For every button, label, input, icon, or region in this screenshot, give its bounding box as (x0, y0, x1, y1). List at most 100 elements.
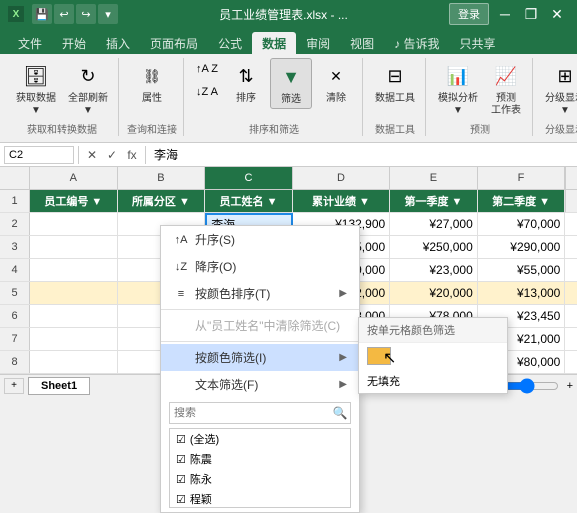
cell-a3[interactable] (30, 236, 118, 258)
cell-e2[interactable]: ¥27,000 (390, 213, 478, 235)
row-num-6[interactable]: 6 (0, 305, 30, 327)
tab-formula[interactable]: 公式 (208, 32, 252, 54)
tab-layout[interactable]: 页面布局 (140, 32, 208, 54)
col-header-d[interactable]: D (293, 167, 390, 189)
function-icon[interactable]: fx (123, 146, 141, 164)
header-cell-b[interactable]: 所属分区 ▼ (118, 190, 206, 212)
save-btn[interactable]: 💾 (32, 4, 52, 24)
header-cell-c[interactable]: 员工姓名 ▼ (205, 190, 293, 212)
col-header-a[interactable]: A (30, 167, 118, 189)
cell-e3[interactable]: ¥250,000 (390, 236, 478, 258)
tab-insert[interactable]: 插入 (96, 32, 140, 54)
color-swatch-item[interactable] (359, 343, 507, 369)
cell-f3[interactable]: ¥290,000 (478, 236, 566, 258)
clear-button[interactable]: ✕ 清除 (316, 58, 356, 107)
sort-asc-menu-item[interactable]: ↑A 升序(S) (161, 226, 359, 253)
sheet-tab-1[interactable]: Sheet1 (28, 377, 90, 395)
checkbox-all-label: (全选) (190, 431, 219, 447)
checkbox-chenchen[interactable]: ☑ 陈震 (170, 449, 350, 469)
cell-e5[interactable]: ¥20,000 (390, 282, 478, 304)
filter-button[interactable]: ▼ 筛选 (270, 58, 312, 109)
outline-buttons: ⊞ 分级显示▼ (541, 58, 577, 119)
col-header-b[interactable]: B (118, 167, 206, 189)
refresh-all-button[interactable]: ↻ 全部刷新▼ (64, 58, 112, 119)
tab-data[interactable]: 数据 (252, 32, 296, 54)
analysis-button[interactable]: 📊 模拟分析▼ (434, 58, 482, 119)
undo-btn[interactable]: ↩ (54, 4, 74, 24)
tab-share[interactable]: 只共享 (449, 32, 505, 54)
forecast-button[interactable]: 📈 预测工作表 (486, 58, 526, 119)
filter-color-menu-item[interactable]: 按颜色筛选(I) ▶ (161, 344, 359, 371)
sort-desc-button[interactable]: ↓Z A (192, 81, 222, 103)
outline-button[interactable]: ⊞ 分级显示▼ (541, 58, 577, 119)
scroll-col (565, 167, 577, 189)
get-data-button[interactable]: 🗄 获取数据▼ (12, 58, 60, 119)
restore-button[interactable]: ❐ (519, 4, 543, 24)
header-cell-d[interactable]: 累计业绩 ▼ (293, 190, 390, 212)
tab-help[interactable]: ♪ 告诉我 (384, 32, 449, 54)
col-header-f[interactable]: F (478, 167, 566, 189)
sort-desc-menu-item[interactable]: ↓Z 降序(O) (161, 253, 359, 280)
close-button[interactable]: ✕ (545, 4, 569, 24)
formula-input[interactable] (150, 148, 573, 162)
cell-f5[interactable]: ¥13,000 (478, 282, 566, 304)
checkbox-all[interactable]: ☑ (全选) (170, 429, 350, 449)
cancel-icon[interactable]: ✕ (83, 146, 101, 164)
zoom-plus[interactable]: + (567, 380, 573, 392)
data-tools-buttons: ⊟ 数据工具 (371, 58, 419, 119)
tab-review[interactable]: 审阅 (296, 32, 340, 54)
minimize-button[interactable]: ─ (493, 4, 517, 24)
login-button[interactable]: 登录 (449, 3, 489, 25)
checkbox-chenying[interactable]: ☑ 程颖 (170, 489, 350, 508)
row-num-1[interactable]: 1 (0, 190, 30, 212)
cell-e4[interactable]: ¥23,000 (390, 259, 478, 281)
cell-a2[interactable] (30, 213, 118, 235)
tab-view[interactable]: 视图 (340, 32, 384, 54)
cell-reference[interactable]: C2 (4, 146, 74, 164)
cell-f4[interactable]: ¥55,000 (478, 259, 566, 281)
checkbox-chenyong[interactable]: ☑ 陈永 (170, 469, 350, 489)
filter-text-menu-item[interactable]: 文本筛选(F) ▶ (161, 371, 359, 398)
row-num-2[interactable]: 2 (0, 213, 30, 235)
search-icon[interactable]: 🔍 (330, 406, 350, 420)
more-btn[interactable]: ▾ (98, 4, 118, 24)
redo-btn[interactable]: ↪ (76, 4, 96, 24)
cell-a7[interactable] (30, 328, 118, 350)
group-forecast: 📊 模拟分析▼ 📈 预测工作表 预测 (428, 58, 533, 136)
header-cell-f[interactable]: 第二季度 ▼ (478, 190, 566, 212)
sort-button[interactable]: ⇅ 排序 (226, 58, 266, 107)
color-swatch-orange[interactable] (367, 347, 391, 365)
clear-filter-menu-item[interactable]: 从"员工姓名"中清除筛选(C) (161, 312, 359, 339)
data-tools-button[interactable]: ⊟ 数据工具 (371, 58, 419, 107)
connections-button[interactable]: ⛓ 属性 (132, 58, 172, 107)
cell-a8[interactable] (30, 351, 118, 373)
row-num-8[interactable]: 8 (0, 351, 30, 373)
header-cell-e[interactable]: 第一季度 ▼ (390, 190, 478, 212)
cell-a4[interactable] (30, 259, 118, 281)
sort-desc-menu-label: 降序(O) (195, 258, 236, 275)
header-cell-a[interactable]: 员工编号 ▼ (30, 190, 118, 212)
color-filter-submenu: 按单元格颜色筛选 ↖ 无填充 (358, 317, 508, 394)
cell-f2[interactable]: ¥70,000 (478, 213, 566, 235)
filter-search-input[interactable] (170, 407, 330, 419)
tab-file[interactable]: 文件 (8, 32, 52, 54)
row-num-5[interactable]: 5 (0, 282, 30, 304)
cell-a5[interactable] (30, 282, 118, 304)
group-label-query: 查询和连接 (127, 121, 177, 136)
confirm-icon[interactable]: ✓ (103, 146, 121, 164)
cell-a6[interactable] (30, 305, 118, 327)
formula-bar: C2 ✕ ✓ fx (0, 143, 577, 167)
add-sheet-button[interactable]: + (4, 378, 24, 394)
sort-asc-button[interactable]: ↑A Z (192, 58, 222, 80)
col-header-c[interactable]: C (205, 167, 293, 189)
row-num-3[interactable]: 3 (0, 236, 30, 258)
filter-checkbox-list: ☑ (全选) ☑ 陈震 ☑ 陈永 ☑ 程颖 (169, 428, 351, 508)
tab-home[interactable]: 开始 (52, 32, 96, 54)
no-fill-option[interactable]: 无填充 (359, 369, 507, 393)
corner-cell (0, 167, 30, 189)
row-num-4[interactable]: 4 (0, 259, 30, 281)
sort-color-menu-item[interactable]: ≡ 按颜色排序(T) ▶ (161, 280, 359, 307)
get-data-icon: 🗄 (20, 60, 52, 92)
col-header-e[interactable]: E (390, 167, 478, 189)
row-num-7[interactable]: 7 (0, 328, 30, 350)
